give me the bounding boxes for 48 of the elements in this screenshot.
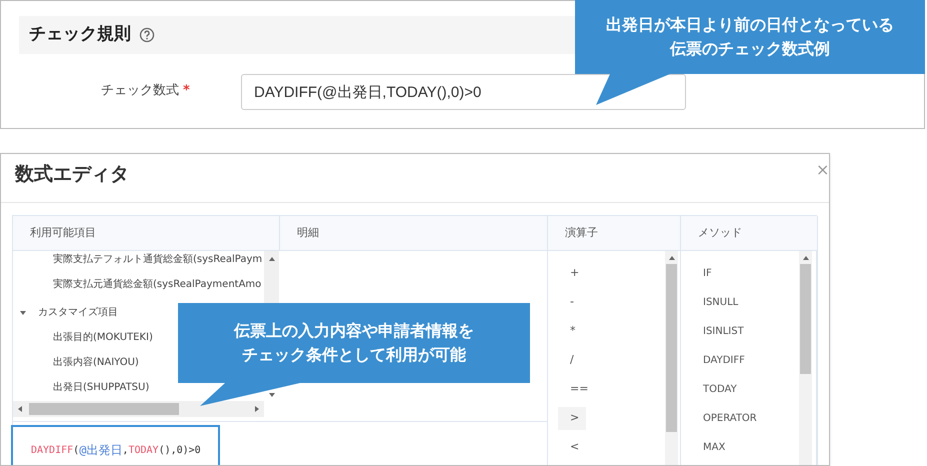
operator-item[interactable]: > (558, 407, 586, 430)
method-item[interactable]: IF (703, 266, 712, 281)
operator-item[interactable]: < (558, 436, 586, 459)
tree-item[interactable]: 実際支払元通貨総金額(sysRealPaymentAmo (53, 277, 262, 292)
caret-icon[interactable] (20, 310, 26, 316)
scroll-up-icon[interactable] (802, 255, 808, 261)
callout-text: 伝票のチェック数式例 (670, 38, 830, 60)
operator-item[interactable]: + (558, 262, 586, 285)
callout-text: 伝票上の入力内容や申請者情報を (234, 320, 474, 342)
required-mark: * (183, 82, 190, 100)
tree-item[interactable]: 出張目的(MOKUTEKI) (53, 330, 153, 345)
method-item[interactable]: TODAY (703, 382, 737, 397)
dialog-title: 数式エディタ (15, 162, 129, 187)
tree-item[interactable]: 実際支払テフォルト通貨総金額(sysRealPaym (53, 252, 262, 267)
callout-text: 出発日が本日より前の日付となっている (606, 14, 894, 36)
vertical-scrollbar[interactable] (799, 251, 812, 465)
operator-item[interactable]: - (558, 291, 586, 314)
section-title: チェック規則 (29, 23, 131, 46)
column-header: 演算子 (548, 216, 681, 251)
operator-item[interactable]: / (558, 349, 586, 372)
callout-text: チェック条件として利用が可能 (242, 344, 466, 366)
field-label: チェック数式 (101, 82, 179, 100)
formula-editor[interactable]: DAYDIFF(@出発日,TODAY(),0)>0 (11, 425, 220, 465)
scroll-up-icon[interactable] (668, 255, 674, 261)
scroll-down-icon[interactable] (269, 392, 275, 398)
scroll-thumb[interactable] (800, 264, 811, 374)
method-item[interactable]: DAYDIFF (703, 353, 745, 368)
scroll-left-icon[interactable] (17, 406, 23, 412)
column-header: メソッド (681, 216, 818, 251)
column-header: 利用可能項目 (13, 216, 280, 251)
scroll-thumb[interactable] (29, 403, 179, 415)
help-icon[interactable] (139, 27, 155, 43)
scroll-thumb[interactable] (666, 264, 677, 432)
formula-input[interactable]: DAYDIFF(@出発日,TODAY(),0)>0 (241, 74, 686, 110)
horizontal-scrollbar[interactable] (13, 401, 264, 417)
method-item[interactable]: ISNULL (703, 295, 738, 310)
method-item[interactable]: ISINLIST (703, 324, 744, 339)
tree-group[interactable]: カスタマイズ項目 (38, 305, 118, 320)
vertical-scrollbar[interactable] (665, 251, 678, 465)
column-header: 明細 (280, 216, 548, 251)
method-item[interactable]: MAX (703, 440, 726, 455)
tree-item[interactable]: 出発日(SHUPPATSU) (53, 380, 150, 395)
vertical-scrollbar[interactable] (264, 251, 279, 303)
method-item[interactable]: OPERATOR (703, 411, 757, 426)
operator-item[interactable]: * (558, 320, 586, 343)
operator-item[interactable]: == (558, 378, 586, 401)
scroll-up-icon[interactable] (268, 256, 274, 262)
tree-item[interactable]: 出張内容(NAIYOU) (53, 355, 139, 370)
